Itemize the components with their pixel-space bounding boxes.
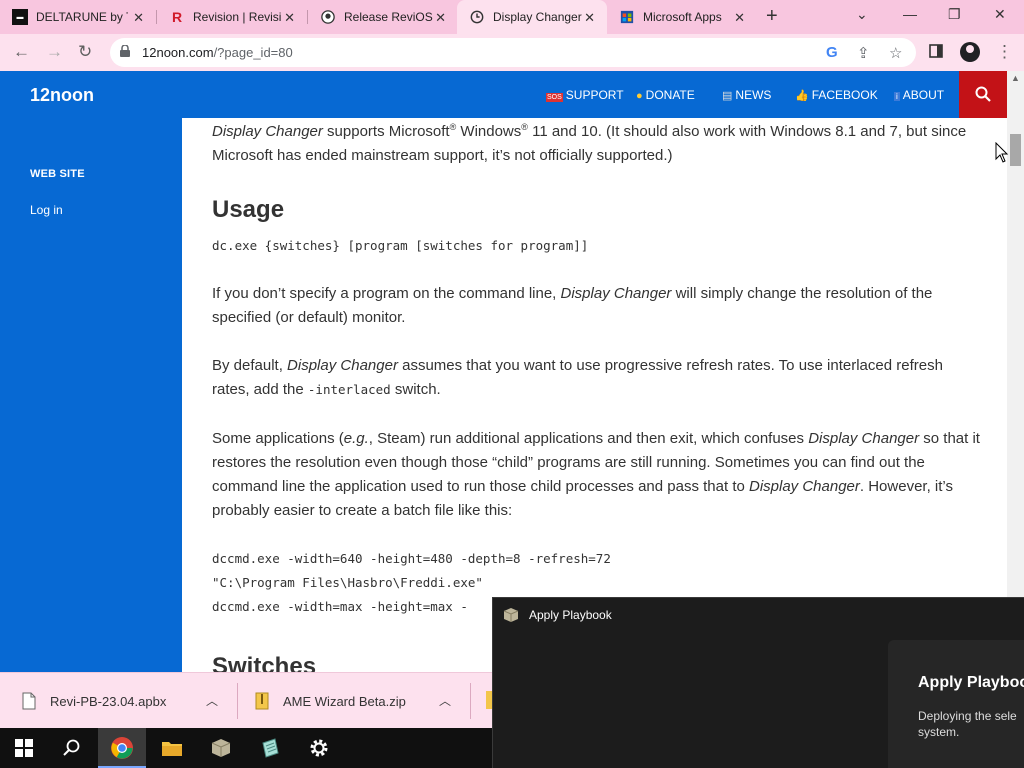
clock-icon bbox=[469, 9, 485, 25]
site-search-button[interactable] bbox=[959, 71, 1007, 118]
share-icon[interactable]: ⇪ bbox=[857, 44, 870, 62]
file-icon bbox=[22, 692, 36, 710]
github-icon bbox=[320, 9, 336, 25]
apply-playbook-window[interactable]: Apply Playbook Apply Playboo Deploying t… bbox=[492, 597, 1024, 768]
download-item-zip[interactable]: AME Wizard Beta.zip bbox=[255, 673, 406, 729]
scrollbar-thumb[interactable] bbox=[1010, 134, 1021, 166]
paragraph-refresh-rates: By default, Display Changer assumes that… bbox=[212, 357, 943, 398]
notepad-icon[interactable] bbox=[246, 728, 294, 768]
reload-icon[interactable]: ↻ bbox=[78, 42, 92, 62]
search-icon[interactable] bbox=[48, 728, 96, 768]
settings-icon[interactable] bbox=[295, 728, 343, 768]
url-text: 12noon.com/?page_id=80 bbox=[142, 45, 293, 60]
news-icon: ▤ bbox=[722, 90, 733, 102]
thumbs-up-icon: 👍 bbox=[795, 90, 809, 102]
mouse-cursor-icon bbox=[995, 142, 1009, 163]
search-icon bbox=[975, 86, 991, 102]
close-tab-icon[interactable]: ✕ bbox=[284, 10, 295, 26]
sunglasses-icon: ● bbox=[636, 90, 643, 102]
batch-line-1: dccmd.exe -width=640 -height=480 -depth=… bbox=[212, 551, 611, 566]
page-scrollbar[interactable]: ▲ bbox=[1007, 71, 1024, 672]
windows-start-icon[interactable] bbox=[0, 728, 48, 768]
usage-code: dc.exe {switches} [program [switches for… bbox=[212, 238, 589, 253]
browser-toolbar: ← → ↻ 12noon.com/?page_id=80 G ⇪ ☆ ⋮ bbox=[0, 34, 1024, 71]
tab-revision[interactable]: R Revision | Revisi ✕ bbox=[157, 0, 307, 34]
file-explorer-icon[interactable] bbox=[148, 728, 196, 768]
nav-donate[interactable]: ● DONATE bbox=[636, 88, 695, 102]
switches-heading: Switches bbox=[212, 653, 317, 672]
chevron-up-icon[interactable]: ︿ bbox=[206, 692, 218, 709]
restore-button[interactable]: ❐ bbox=[948, 6, 961, 23]
new-tab-button[interactable]: + bbox=[766, 5, 778, 28]
chrome-icon[interactable] bbox=[98, 728, 146, 768]
close-tab-icon[interactable]: ✕ bbox=[435, 10, 446, 26]
playbook-panel bbox=[888, 640, 1024, 768]
chevron-up-icon[interactable]: ︿ bbox=[439, 692, 451, 709]
intro-paragraph: Display Changer supports Microsoft® Wind… bbox=[212, 122, 967, 164]
site-header: 12noon SOS SUPPORT ● DONATE ▤ NEWS 👍 FACEBOO… bbox=[0, 71, 1007, 118]
batch-line-3: dccmd.exe -width=max -height=max - bbox=[212, 599, 468, 614]
package-icon bbox=[503, 608, 519, 622]
paragraph-child-processes: Some applications (e.g., Steam) run addi… bbox=[212, 430, 980, 519]
close-tab-icon[interactable]: ✕ bbox=[734, 10, 745, 26]
download-bar: Revi-PB-23.04.apbx ︿ AME Wizard Beta.zip… bbox=[0, 672, 492, 728]
site-sidebar: WEB SITE Log in bbox=[0, 118, 182, 672]
profile-avatar-icon[interactable] bbox=[960, 42, 980, 62]
package-icon[interactable] bbox=[197, 728, 245, 768]
close-tab-icon[interactable]: ✕ bbox=[133, 10, 144, 26]
lock-icon bbox=[120, 45, 130, 57]
windows-taskbar bbox=[0, 728, 492, 768]
deltarune-icon: ▬ bbox=[12, 9, 28, 25]
tab-search-chevron-icon[interactable]: ⌄ bbox=[856, 6, 868, 23]
minimize-button[interactable]: — bbox=[903, 6, 917, 22]
tab-microsoft-apps[interactable]: Microsoft Apps ✕ bbox=[607, 0, 757, 34]
forward-arrow-icon[interactable]: → bbox=[46, 42, 63, 62]
paragraph-default-monitor: If you don’t specify a program on the co… bbox=[212, 285, 933, 326]
back-arrow-icon[interactable]: ← bbox=[13, 42, 30, 62]
close-tab-icon[interactable]: ✕ bbox=[584, 10, 595, 26]
playbook-heading: Apply Playboo bbox=[918, 674, 1024, 691]
browser-tab-strip: ▬ DELTARUNE by Tob ✕ R Revision | Revisi… bbox=[0, 0, 1024, 34]
tab-display-changer[interactable]: Display Changer ✕ bbox=[457, 0, 607, 34]
sidebar-heading: WEB SITE bbox=[30, 168, 85, 180]
address-bar[interactable]: 12noon.com/?page_id=80 G ⇪ ☆ bbox=[110, 38, 916, 67]
site-title[interactable]: 12noon bbox=[30, 85, 94, 106]
sos-icon: SOS bbox=[546, 93, 563, 102]
scroll-up-arrow-icon[interactable]: ▲ bbox=[1011, 73, 1020, 83]
login-link[interactable]: Log in bbox=[30, 203, 63, 217]
download-item-apbx[interactable]: Revi-PB-23.04.apbx bbox=[22, 673, 166, 729]
usage-heading: Usage bbox=[212, 196, 285, 223]
nav-support[interactable]: SOS SUPPORT bbox=[546, 88, 624, 102]
nav-about[interactable]: i ABOUT bbox=[894, 88, 944, 102]
tab-github-release[interactable]: Release ReviOS Pl ✕ bbox=[308, 0, 458, 34]
side-panel-icon[interactable] bbox=[929, 43, 943, 63]
batch-line-2: "C:\Program Files\Hasbro\Freddi.exe" bbox=[212, 575, 483, 590]
nav-facebook[interactable]: 👍 FACEBOOK bbox=[795, 88, 878, 102]
microsoft-store-icon bbox=[619, 9, 635, 25]
playbook-status-text: Deploying the sele system. bbox=[918, 709, 1017, 739]
window-title: Apply Playbook bbox=[529, 608, 612, 622]
close-window-button[interactable]: ✕ bbox=[994, 6, 1006, 23]
info-icon: i bbox=[894, 92, 900, 101]
article-content: Display Changer supports Microsoft® Wind… bbox=[182, 118, 1007, 672]
zip-icon bbox=[255, 692, 269, 710]
bookmark-star-icon[interactable]: ☆ bbox=[889, 44, 902, 62]
nav-news[interactable]: ▤ NEWS bbox=[722, 88, 771, 102]
tab-deltarune[interactable]: ▬ DELTARUNE by Tob ✕ bbox=[0, 0, 156, 34]
google-lens-icon[interactable]: G bbox=[826, 44, 838, 61]
revision-icon: R bbox=[171, 9, 183, 25]
kebab-menu-icon[interactable]: ⋮ bbox=[996, 42, 1013, 62]
